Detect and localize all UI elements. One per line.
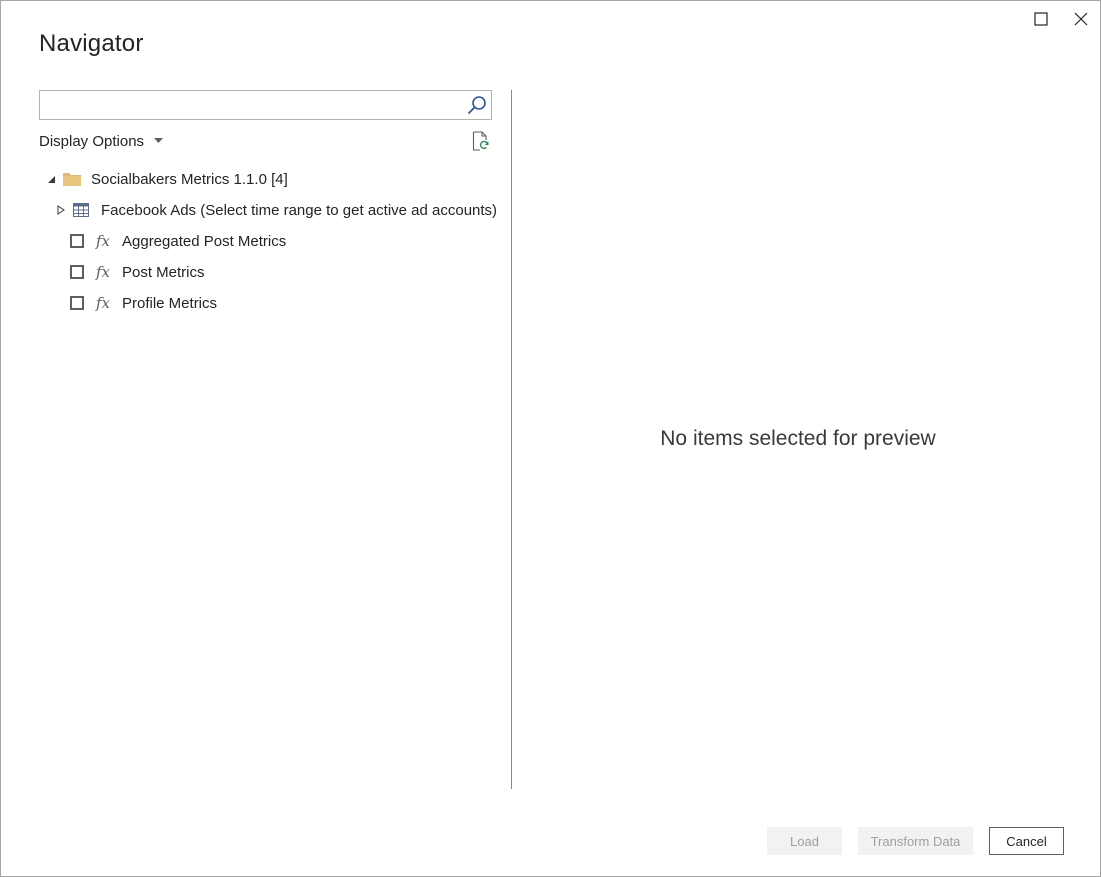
cancel-button[interactable]: Cancel: [989, 827, 1064, 855]
collapse-triangle-icon[interactable]: [45, 173, 57, 185]
function-icon: fx: [95, 263, 110, 281]
tree-item-label: Profile Metrics: [122, 294, 218, 312]
checkbox[interactable]: [70, 234, 84, 248]
tree-item-facebook-ads[interactable]: Facebook Ads (Select time range to get a…: [55, 198, 497, 222]
function-icon: fx: [95, 232, 110, 250]
load-button[interactable]: Load: [767, 827, 842, 855]
search-button[interactable]: [465, 94, 489, 116]
maximize-button[interactable]: [1029, 9, 1053, 29]
tree-item-profile-metrics[interactable]: fx Profile Metrics: [70, 291, 217, 315]
refresh-button[interactable]: [471, 130, 491, 152]
navigator-window: Navigator Display Options Socialbakers M…: [0, 0, 1101, 877]
window-title: Navigator: [39, 30, 144, 57]
close-button[interactable]: [1069, 9, 1093, 29]
folder-icon: [62, 171, 82, 187]
display-options-label: Display Options: [39, 132, 145, 150]
search-box: [39, 90, 492, 120]
maximize-icon: [1034, 12, 1048, 26]
search-input[interactable]: [40, 91, 464, 119]
preview-empty-message: No items selected for preview: [660, 427, 936, 450]
search-icon: [468, 96, 486, 114]
refresh-document-icon: [472, 131, 489, 151]
display-options-dropdown[interactable]: Display Options: [39, 131, 164, 151]
tree-item-label: Aggregated Post Metrics: [122, 232, 287, 250]
table-icon: [73, 203, 89, 217]
caret-down-icon: [154, 138, 164, 144]
function-icon: fx: [95, 294, 110, 312]
tree-item-post-metrics[interactable]: fx Post Metrics: [70, 260, 205, 284]
expand-triangle-icon[interactable]: [55, 204, 67, 216]
transform-data-button[interactable]: Transform Data: [858, 827, 973, 855]
checkbox[interactable]: [70, 296, 84, 310]
close-icon: [1074, 12, 1088, 26]
checkbox[interactable]: [70, 265, 84, 279]
tree-root-label: Socialbakers Metrics 1.1.0 [4]: [91, 170, 288, 188]
tree-item-label: Facebook Ads (Select time range to get a…: [101, 201, 498, 219]
tree-item-label: Post Metrics: [122, 263, 205, 281]
tree-root[interactable]: Socialbakers Metrics 1.1.0 [4]: [45, 167, 288, 191]
tree-item-aggregated-post-metrics[interactable]: fx Aggregated Post Metrics: [70, 229, 286, 253]
